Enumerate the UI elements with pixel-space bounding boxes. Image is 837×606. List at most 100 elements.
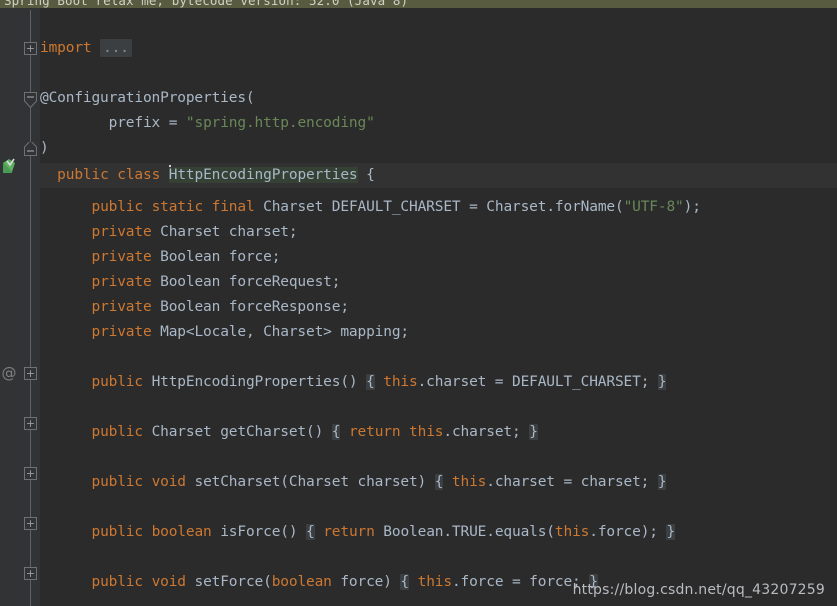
keyword-public: public [91,574,143,590]
code-line-field-mapping[interactable]: private Map<Locale, Charset> mapping; [40,320,409,345]
equals-operator: = [469,199,478,215]
keyword-void: void [151,474,186,490]
method-name-set-force: setForce( [194,574,272,590]
code-line-set-charset[interactable]: public void setCharset(Charset charset) … [40,470,667,495]
folded-body-close-brace[interactable]: } [666,524,675,540]
boolean-true-equals-call: Boolean.TRUE.equals( [383,524,555,540]
field-name-mapping: mapping [340,324,401,340]
code-line-get-charset[interactable]: public Charset getCharset() { return thi… [40,420,538,445]
code-line-default-charset[interactable]: public static final Charset DEFAULT_CHAR… [40,195,700,220]
fold-expand-get-charset-icon[interactable]: + [24,417,37,430]
folded-body-close-brace[interactable]: } [529,424,538,440]
type-charset: Charset [151,424,212,440]
code-line-set-force[interactable]: public void setForce(boolean force) { th… [40,570,598,595]
field-name-force-request: forceRequest [228,274,332,290]
folded-body-open-brace[interactable]: { [306,524,315,540]
folded-body-close-brace[interactable]: } [657,374,667,390]
code-line-field-force-request[interactable]: private Boolean forceRequest; [40,270,340,295]
type-boolean-object: Boolean [160,299,221,315]
code-line-constructor[interactable]: public HttpEncodingProperties() { this.c… [40,370,667,395]
keyword-public: public [91,524,143,540]
fold-expand-set-force-icon[interactable]: + [24,567,37,580]
folded-body-open-brace[interactable]: { [400,574,409,590]
keyword-private: private [91,274,152,290]
keyword-static: static [151,199,204,215]
code-line-annotation[interactable]: @ConfigurationProperties( [40,86,255,111]
prefix-value-string: "spring.http.encoding" [185,115,375,131]
keyword-public: public [91,374,143,390]
keyword-this: this [451,474,487,490]
fold-collapse-annotation-icon[interactable] [24,92,37,109]
charset-for-name-call: Charset.forName( [486,199,624,215]
param-force: force) [331,574,392,590]
folded-body-open-brace[interactable]: { [366,374,375,390]
keyword-boolean: boolean [271,574,332,590]
code-line-is-force[interactable]: public boolean isForce() { return Boolea… [40,520,675,545]
keyword-return: return [348,424,401,440]
semicolon: ; [640,374,650,390]
type-boolean-object: Boolean [160,274,221,290]
fold-expand-set-charset-icon[interactable]: + [24,467,37,480]
keyword-public: public [57,167,109,183]
keyword-public: public [91,424,143,440]
const-default-charset: DEFAULT_CHARSET [331,199,461,215]
code-line-prefix[interactable]: prefix = "spring.http.encoding" [40,111,375,136]
folded-body-close-brace[interactable]: } [657,474,667,490]
class-name-identifier[interactable]: HttpEncodingProperties [168,167,358,183]
code-line-annotation-close[interactable]: ) [40,136,49,161]
code-line-field-force-response[interactable]: private Boolean forceResponse; [40,295,349,320]
class-open-brace: { [366,167,375,183]
method-signature-get-charset: getCharset() [220,424,324,440]
prefix-key: prefix [108,115,161,131]
fold-expand-is-force-icon[interactable]: + [24,517,37,530]
keyword-private: private [91,249,152,265]
field-access-charset: .charset; [443,424,521,440]
code-line-import[interactable]: import ... [40,36,132,61]
notification-banner[interactable]: Spring Boot relax me; bytecode version: … [0,0,837,8]
folded-imports-placeholder[interactable]: ... [100,39,132,57]
keyword-this: this [417,574,452,590]
code-line-field-charset[interactable]: private Charset charset; [40,220,297,245]
editor-gutter[interactable] [0,8,22,606]
code-content-area[interactable]: import ... @ConfigurationProperties( pre… [40,8,837,606]
fold-collapse-end-icon[interactable] [24,139,37,159]
keyword-private: private [91,224,152,240]
implemented-method-marker-icon[interactable] [1,157,19,175]
fold-expand-import-icon[interactable]: + [24,42,37,55]
field-name-force: force [228,249,272,265]
code-line-class-declaration[interactable]: public class HttpEncodingProperties { [40,163,375,188]
code-line-field-force[interactable]: private Boolean force; [40,245,280,270]
keyword-boolean: boolean [151,524,212,540]
annotation-gutter-icon[interactable]: @ [0,364,18,382]
method-signature-is-force: isForce() [220,524,298,540]
field-access-charset: .charset = [417,374,512,390]
assignment-force: .force = force; [451,574,581,590]
fold-expand-constructor-icon[interactable]: + [24,367,37,380]
